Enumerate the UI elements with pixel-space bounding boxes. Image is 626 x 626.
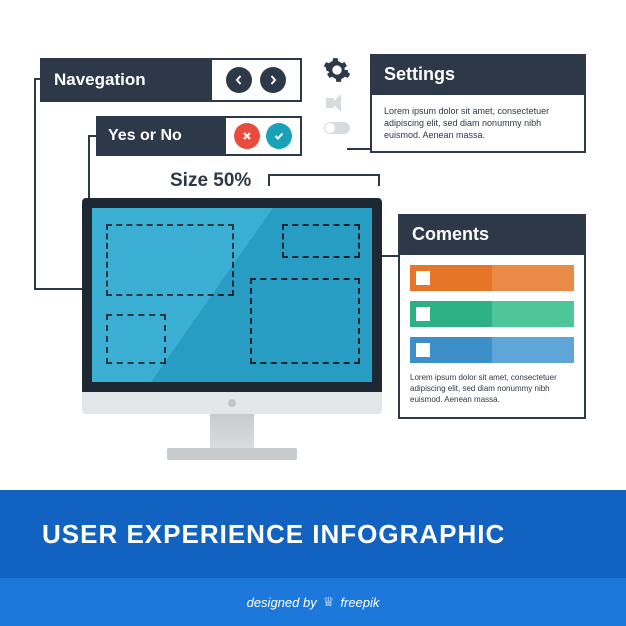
yesno-box: Yes or No <box>96 116 302 156</box>
close-icon <box>241 130 253 142</box>
credit-prefix: designed by <box>247 595 317 610</box>
navigation-box: Navegation <box>40 58 302 102</box>
comments-text: Lorem ipsum dolor sit amet, consectetuer… <box>410 373 574 405</box>
gear-icon[interactable] <box>323 56 351 84</box>
connector <box>347 148 370 150</box>
chevron-right-icon <box>268 75 278 85</box>
wireframe-box <box>250 278 360 364</box>
settings-text: Lorem ipsum dolor sit amet, consectetuer… <box>370 95 586 153</box>
yes-button[interactable] <box>266 123 292 149</box>
comments-title: Coments <box>398 214 586 255</box>
comment-bar-orange[interactable] <box>410 265 574 291</box>
connector <box>34 78 36 288</box>
checkbox-icon[interactable] <box>416 343 430 357</box>
chevron-left-icon <box>234 75 244 85</box>
monitor-chin <box>82 392 382 414</box>
no-button[interactable] <box>234 123 260 149</box>
toggle-switch[interactable] <box>324 122 350 134</box>
wireframe-box <box>106 224 234 296</box>
comment-bar-blue[interactable] <box>410 337 574 363</box>
checkbox-icon[interactable] <box>416 271 430 285</box>
monitor <box>82 198 382 460</box>
settings-panel: Settings Lorem ipsum dolor sit amet, con… <box>370 54 586 153</box>
wireframe-box <box>106 314 166 364</box>
monitor-stand <box>210 414 254 448</box>
speaker-icon[interactable] <box>326 94 348 112</box>
nav-prev-button[interactable] <box>226 67 252 93</box>
credit-name: freepik <box>340 595 379 610</box>
navigation-controls <box>210 58 302 102</box>
check-icon <box>273 130 285 142</box>
size-bracket <box>268 174 380 190</box>
settings-icon-column <box>320 56 354 134</box>
nav-next-button[interactable] <box>260 67 286 93</box>
wireframe-box <box>282 224 360 258</box>
comment-bar-green[interactable] <box>410 301 574 327</box>
monitor-base <box>167 448 297 460</box>
monitor-screen <box>92 208 372 382</box>
yesno-controls <box>224 116 302 156</box>
checkbox-icon[interactable] <box>416 307 430 321</box>
size-label: Size 50% <box>170 170 251 192</box>
navigation-label: Navegation <box>40 58 210 102</box>
footer-credit: designed by ♕ freepik <box>0 578 626 626</box>
settings-title: Settings <box>370 54 586 95</box>
comments-panel: Coments Lorem ipsum dolor sit amet, cons… <box>398 214 586 419</box>
footer-title: USER EXPERIENCE INFOGRAPHIC <box>0 490 626 578</box>
yesno-label: Yes or No <box>96 116 224 156</box>
crown-icon: ♕ <box>323 594 335 610</box>
